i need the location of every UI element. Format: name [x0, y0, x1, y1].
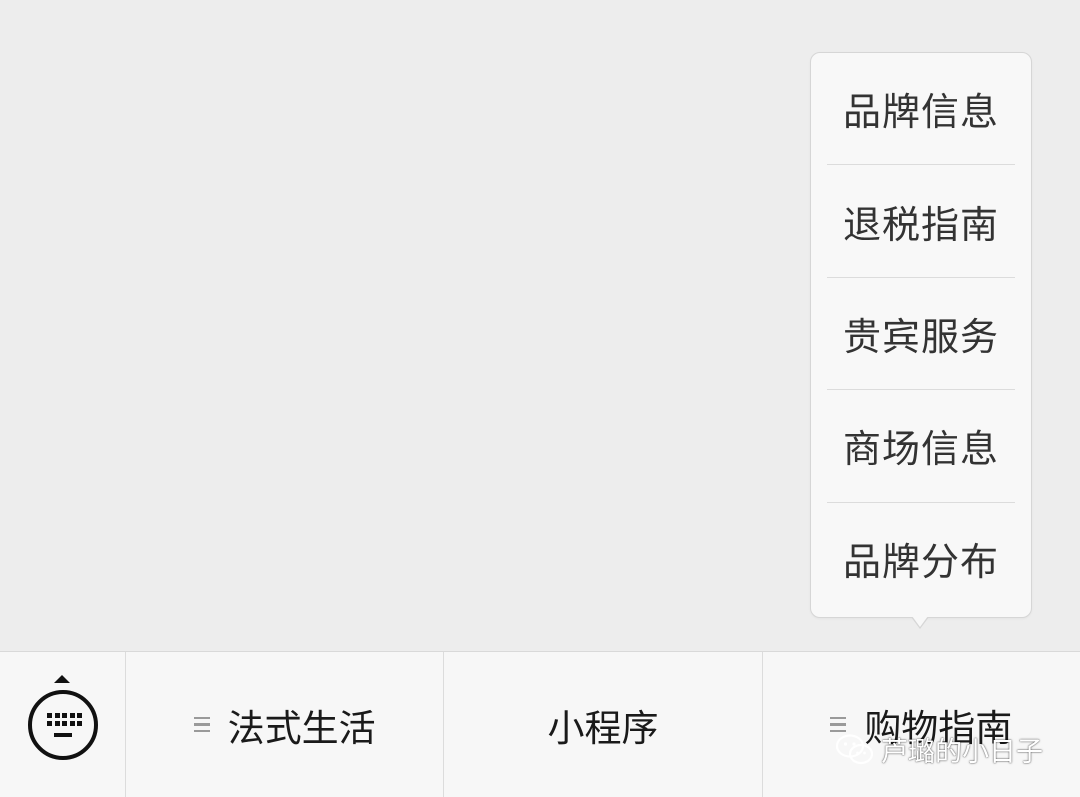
submenu-item-vip-service[interactable]: 贵宾服务 [827, 278, 1015, 391]
keyboard-icon [28, 690, 98, 760]
watermark: 芦璐的小日子 [835, 730, 1043, 769]
menu-item-label: 小程序 [547, 706, 659, 750]
caret-up-icon [54, 675, 70, 683]
submenu-item-mall-info[interactable]: 商场信息 [827, 390, 1015, 503]
submenu-list-icon [193, 716, 210, 733]
menu-item-french-life[interactable]: 法式生活 [126, 652, 445, 797]
chat-screen: 品牌信息 退税指南 贵宾服务 商场信息 品牌分布 法式生活 小程序 购物指南 芦… [0, 0, 1080, 797]
menu-item-mini-program[interactable]: 小程序 [444, 652, 763, 797]
watermark-text: 芦璐的小日子 [881, 737, 1043, 768]
submenu-item-brand-info[interactable]: 品牌信息 [827, 53, 1015, 166]
custom-menu-bar: 法式生活 小程序 购物指南 [0, 651, 1080, 797]
submenu-item-brand-map[interactable]: 品牌分布 [827, 503, 1015, 615]
switch-to-keyboard-button[interactable] [0, 652, 126, 797]
popup-pointer-fill [912, 616, 928, 627]
menu-item-shopping-guide[interactable]: 购物指南 [763, 652, 1080, 797]
submenu-popup: 品牌信息 退税指南 贵宾服务 商场信息 品牌分布 [810, 52, 1032, 618]
menu-item-label: 法式生活 [227, 706, 376, 750]
wechat-icon [835, 733, 875, 767]
submenu-item-tax-refund[interactable]: 退税指南 [827, 165, 1015, 278]
